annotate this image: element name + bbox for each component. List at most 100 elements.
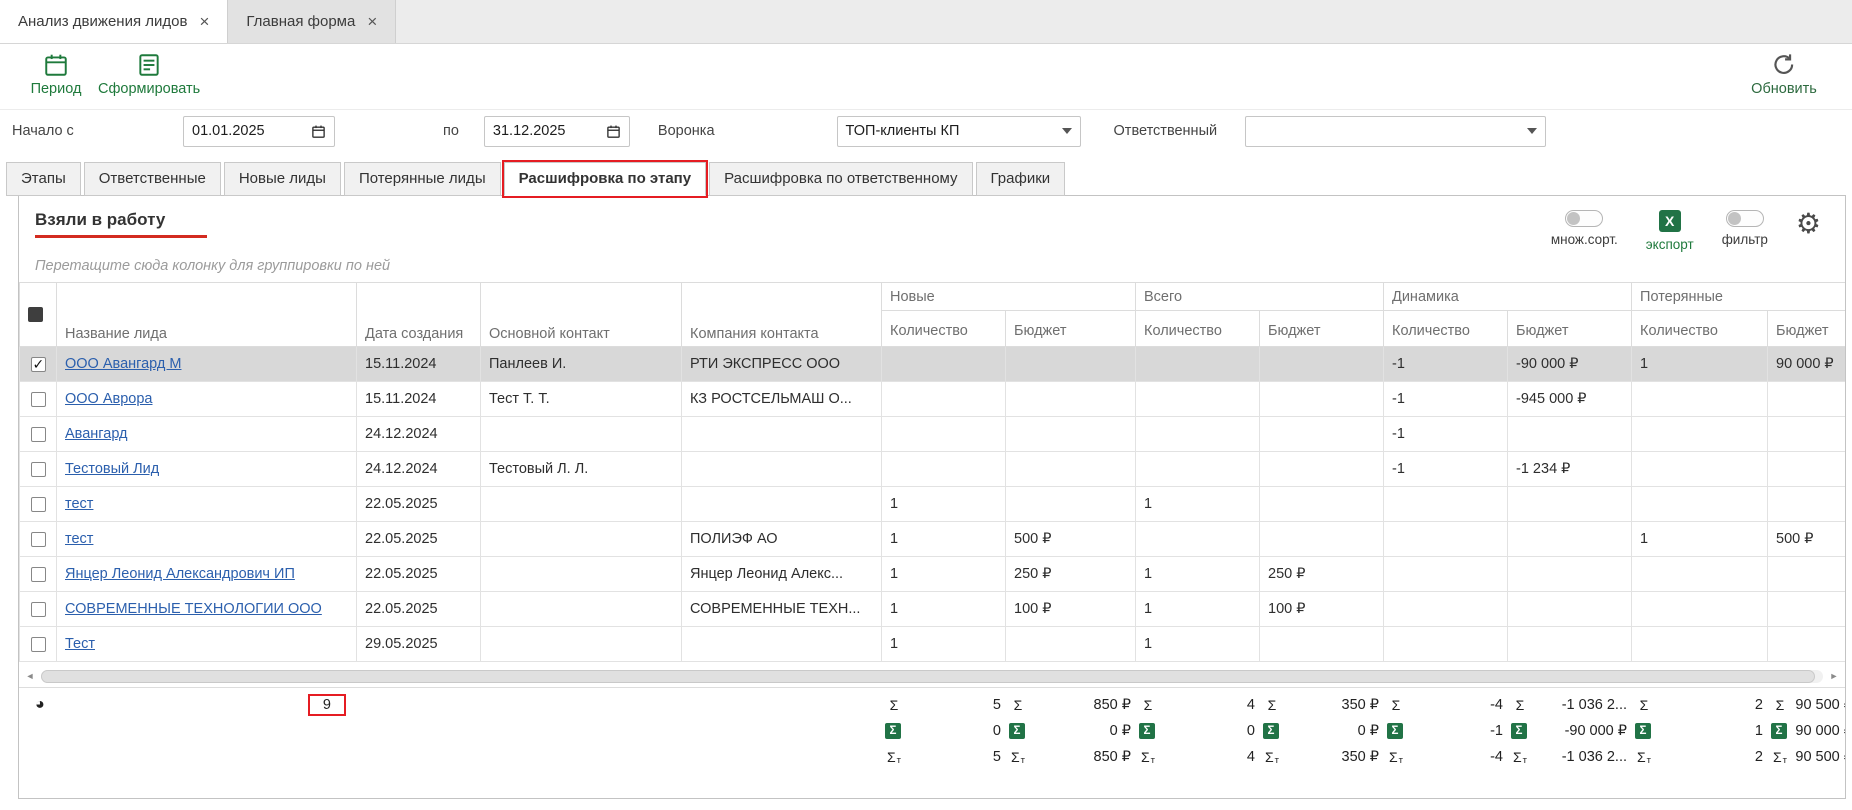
lead-link[interactable]: Авангард — [65, 426, 128, 442]
col-header-new-qty[interactable]: Количество — [882, 311, 1006, 347]
lead-link[interactable]: Тест — [65, 636, 95, 652]
cell-main-contact — [481, 417, 682, 452]
lead-link[interactable]: Тестовый Лид — [65, 461, 159, 477]
table-row[interactable]: ООО Аврора 15.11.2024 Тест Т. Т. КЗ РОСТ… — [20, 382, 1846, 417]
col-header-dynamics-qty[interactable]: Количество — [1384, 311, 1508, 347]
scrollbar-thumb[interactable] — [41, 670, 1815, 683]
lead-link[interactable]: СОВРЕМЕННЫЕ ТЕХНОЛОГИИ ООО — [65, 601, 322, 617]
funnel-select[interactable]: ТОП-клиенты КП — [837, 116, 1081, 147]
window-tab-lead-analysis[interactable]: Анализ движения лидов × — [0, 0, 228, 43]
totals-cell: 850 ₽ 0 ₽ 850 ₽ — [1005, 690, 1135, 772]
row-checkbox[interactable] — [31, 637, 46, 652]
generate-label: Сформировать — [98, 81, 200, 97]
cell-total-budget: 100 ₽ — [1260, 592, 1384, 627]
lead-link[interactable]: Янцер Леонид Александрович ИП — [65, 566, 295, 582]
close-icon[interactable]: × — [199, 13, 209, 30]
scrollbar-track[interactable] — [41, 670, 1823, 683]
cell-total-qty — [1136, 417, 1260, 452]
col-group-dynamics[interactable]: Динамика — [1384, 283, 1632, 311]
cell-created-date: 24.12.2024 — [357, 452, 481, 487]
col-header-main-contact[interactable]: Основной контакт — [481, 283, 682, 347]
checked-sum-value: 0 — [1158, 723, 1255, 739]
tab-lost-leads[interactable]: Потерянные лиды — [344, 162, 501, 196]
tab-new-leads[interactable]: Новые лиды — [224, 162, 341, 196]
end-date-input[interactable]: 31.12.2025 — [484, 116, 630, 147]
row-checkbox[interactable] — [31, 462, 46, 477]
scroll-left-icon[interactable]: ◄ — [21, 671, 39, 681]
cell-lost-budget — [1768, 627, 1845, 662]
start-date-input[interactable]: 01.01.2025 — [183, 116, 335, 147]
period-button[interactable]: Период — [14, 51, 98, 97]
table-row[interactable]: Янцер Леонид Александрович ИП 22.05.2025… — [20, 557, 1846, 592]
tab-stages[interactable]: Этапы — [6, 162, 81, 196]
cell-new-qty — [882, 382, 1006, 417]
window-tab-main-form[interactable]: Главная форма × — [228, 0, 396, 43]
table-row[interactable]: Тест 29.05.2025 1 1 — [20, 627, 1846, 662]
close-icon[interactable]: × — [367, 13, 377, 30]
lead-link[interactable]: тест — [65, 531, 93, 547]
lead-link[interactable]: ООО Авангард М — [65, 356, 181, 372]
filter-toggle[interactable]: фильтр — [1722, 210, 1768, 247]
sum-icon — [1771, 697, 1789, 713]
settings-button[interactable]: ⚙ — [1796, 210, 1821, 238]
cell-contact-company: СОВРЕМЕННЫЕ ТЕХН... — [682, 592, 882, 627]
checked-sum-value: 1 — [1654, 723, 1763, 739]
export-button[interactable]: X экспорт — [1646, 210, 1694, 252]
row-checkbox[interactable] — [31, 602, 46, 617]
col-group-new[interactable]: Новые — [882, 283, 1136, 311]
refresh-button[interactable]: Обновить — [1742, 51, 1826, 97]
responsible-select[interactable] — [1245, 116, 1546, 147]
scroll-right-icon[interactable]: ► — [1825, 671, 1843, 681]
col-header-lost-qty[interactable]: Количество — [1632, 311, 1768, 347]
tab-responsible[interactable]: Ответственные — [84, 162, 221, 196]
tab-charts[interactable]: Графики — [976, 162, 1066, 196]
col-header-total-qty[interactable]: Количество — [1136, 311, 1260, 347]
multisort-toggle[interactable]: множ.сорт. — [1551, 210, 1618, 247]
row-checkbox[interactable] — [31, 357, 46, 372]
table-row[interactable]: Авангард 24.12.2024 -1 — [20, 417, 1846, 452]
col-header-lead-name[interactable]: Название лида — [57, 283, 357, 347]
select-all-checkbox[interactable] — [28, 307, 43, 322]
col-header-contact-company[interactable]: Компания контакта — [682, 283, 882, 347]
table-row[interactable]: тест 22.05.2025 ПОЛИЭФ АО 1 500 ₽ 1 500 … — [20, 522, 1846, 557]
generate-button[interactable]: Сформировать — [98, 51, 200, 97]
row-checkbox[interactable] — [31, 567, 46, 582]
col-group-total[interactable]: Всего — [1136, 283, 1384, 311]
cell-lost-qty — [1632, 417, 1768, 452]
col-header-total-budget[interactable]: Бюджет — [1260, 311, 1384, 347]
cell-new-budget: 500 ₽ — [1006, 522, 1136, 557]
horizontal-scrollbar[interactable]: ◄ ► — [21, 667, 1843, 685]
excel-icon: X — [1659, 210, 1681, 232]
row-checkbox[interactable] — [31, 497, 46, 512]
col-header-created-date[interactable]: Дата создания — [357, 283, 481, 347]
table-row[interactable]: тест 22.05.2025 1 1 — [20, 487, 1846, 522]
checked-sum-icon — [1511, 723, 1527, 739]
total-sum-icon — [1263, 749, 1281, 765]
table-row[interactable]: ООО Авангард М 15.11.2024 Панлеев И. РТИ… — [20, 347, 1846, 382]
sum-icon — [1635, 697, 1653, 713]
cell-created-date: 22.05.2025 — [357, 557, 481, 592]
calendar-icon — [43, 51, 70, 78]
col-group-lost[interactable]: Потерянные — [1632, 283, 1845, 311]
tab-breakdown-by-responsible[interactable]: Расшифровка по ответственному — [709, 162, 972, 196]
cell-created-date: 22.05.2025 — [357, 592, 481, 627]
row-checkbox[interactable] — [31, 392, 46, 407]
cell-dynamics-qty: -1 — [1384, 347, 1508, 382]
table-row[interactable]: Тестовый Лид 24.12.2024 Тестовый Л. Л. -… — [20, 452, 1846, 487]
lead-link[interactable]: тест — [65, 496, 93, 512]
cell-new-qty: 1 — [882, 627, 1006, 662]
cell-total-qty — [1136, 452, 1260, 487]
cell-dynamics-qty: -1 — [1384, 452, 1508, 487]
lead-link[interactable]: ООО Аврора — [65, 391, 153, 407]
col-header-lost-budget[interactable]: Бюджет — [1768, 311, 1845, 347]
row-checkbox[interactable] — [31, 427, 46, 442]
group-by-hint: Перетащите сюда колонку для группировки … — [19, 258, 1845, 282]
table-row[interactable]: СОВРЕМЕННЫЕ ТЕХНОЛОГИИ ООО 22.05.2025 СО… — [20, 592, 1846, 627]
tab-breakdown-by-stage[interactable]: Расшифровка по этапу — [504, 162, 706, 196]
col-header-new-budget[interactable]: Бюджет — [1006, 311, 1136, 347]
col-header-dynamics-budget[interactable]: Бюджет — [1508, 311, 1632, 347]
cell-dynamics-qty — [1384, 592, 1508, 627]
row-checkbox[interactable] — [31, 532, 46, 547]
cell-new-qty: 1 — [882, 557, 1006, 592]
cell-new-qty — [882, 452, 1006, 487]
